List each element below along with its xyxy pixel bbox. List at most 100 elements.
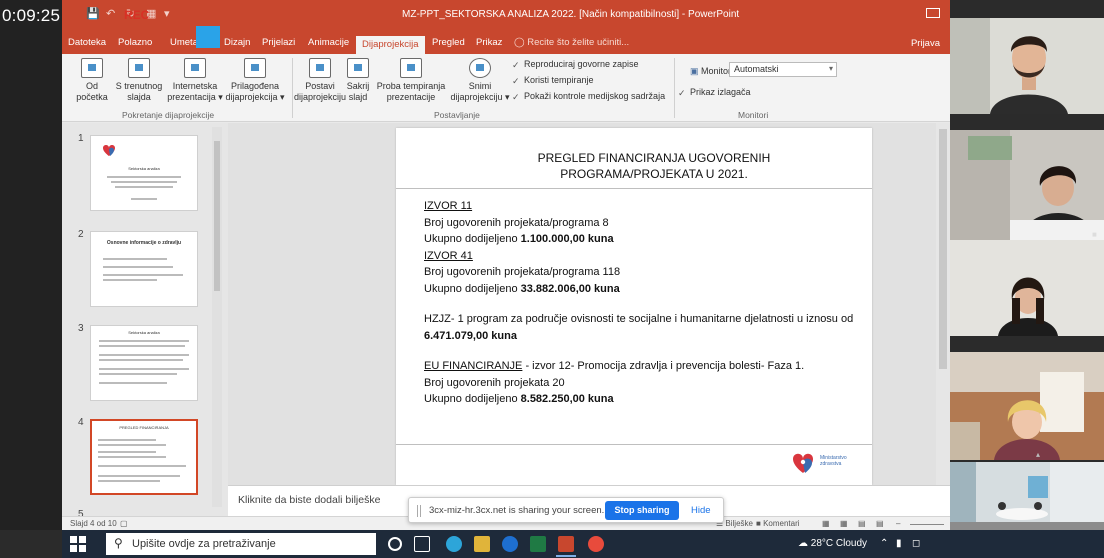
spellcheck-icon[interactable]: ▢: [120, 519, 128, 528]
customize-qa-icon[interactable]: ▾: [164, 7, 170, 20]
tab-dijaprojekcija[interactable]: Dijaprojekcija: [356, 36, 425, 54]
network-icon[interactable]: ▮: [896, 538, 902, 549]
slide-thumbnail[interactable]: Sektorska analiza: [90, 135, 198, 211]
checkbox-label: Koristi tempiranje: [524, 75, 594, 85]
section-heading: EU FINANCIRANJE: [424, 360, 523, 372]
current-slide[interactable]: PREGLED FINANCIRANJA UGOVORENIH PROGRAMA…: [396, 128, 872, 485]
tab-datoteka[interactable]: Datoteka: [68, 37, 106, 48]
presenter-view-checkbox[interactable]: ✓ Prikaz izlagača: [678, 87, 751, 98]
from-current-slide-button[interactable]: S trenutnog slajda: [112, 58, 166, 103]
left-black-strip: [0, 0, 62, 530]
rehearse-timings-button[interactable]: Proba tempiranja prezentacije: [374, 58, 448, 103]
from-beginning-button[interactable]: Od početka: [72, 58, 112, 103]
chevron-up-icon[interactable]: ⌃: [880, 538, 888, 549]
button-label: Prilagođena: [230, 81, 280, 91]
body-text: - izvor 12- Promocija zdravlja i prevenc…: [522, 360, 805, 372]
thumbnails-scrollbar[interactable]: [212, 127, 222, 507]
reading-view-icon[interactable]: ▤: [858, 519, 866, 528]
sign-in-link[interactable]: Prijava: [911, 38, 940, 49]
notification-icon[interactable]: ◻: [912, 538, 920, 549]
checkbox-label: Pokaži kontrole medijskog sadržaja: [524, 91, 666, 101]
body-text: Ukupno dodijeljeno: [424, 393, 521, 405]
participant-video-3[interactable]: [950, 240, 1104, 336]
scrollbar-thumb[interactable]: [939, 129, 947, 369]
slide-thumbnail-selected[interactable]: PREGLED FINANCIRANJA: [90, 419, 198, 495]
tab-dizajn[interactable]: Dizajn: [224, 37, 250, 48]
logo-text: Ministarstvo zdravstva: [820, 455, 847, 467]
thumb-text-line: [111, 181, 177, 183]
participant-video-2[interactable]: ■: [950, 130, 1104, 240]
button-label: slajda: [127, 92, 151, 102]
thumb-text-line: [98, 475, 180, 477]
hide-slide-button[interactable]: Sakrij slajd: [342, 58, 374, 103]
drag-handle[interactable]: [417, 505, 421, 517]
powerpoint-icon[interactable]: [556, 536, 576, 557]
windows-start-icon[interactable]: [70, 536, 86, 552]
excel-icon[interactable]: [530, 536, 546, 552]
video-tile-indicator: ▴: [1036, 450, 1041, 459]
tab-prijelazi[interactable]: Prijelazi: [262, 37, 295, 48]
tab-pregled[interactable]: Pregled: [432, 37, 465, 48]
taskbar-search-input[interactable]: ⚲ Upišite ovdje za pretraživanje: [106, 533, 376, 555]
cloud-icon: ☁: [798, 538, 808, 549]
tab-animacije[interactable]: Animacije: [308, 37, 349, 48]
comments-toggle[interactable]: ■ Komentari: [756, 519, 800, 528]
editor-scrollbar[interactable]: [936, 123, 950, 485]
stop-sharing-button[interactable]: Stop sharing: [605, 501, 679, 520]
thumb-text-line: [99, 373, 177, 375]
button-label: Sakrij: [346, 81, 370, 91]
zoom-out-icon[interactable]: –: [896, 519, 900, 528]
body-line: Broj ugovorenih projekata/programa 8: [424, 216, 609, 229]
undo-icon[interactable]: ↶: [106, 7, 115, 20]
screen: 0:09:25 REC 💾 ↶ ↻ ▦ ▾ MZ-PPT_SEKTORSKA A…: [0, 0, 1104, 558]
slide-thumbnails-pane: 1 Sektorska analiza 2 Osnovne informacij…: [62, 123, 228, 520]
participant-video-5[interactable]: [950, 462, 1104, 530]
recording-timer: 0:09:25: [2, 6, 61, 25]
chrome-icon[interactable]: [588, 536, 604, 552]
slide-thumbnail[interactable]: Sektorska analiza: [90, 325, 198, 401]
file-explorer-icon[interactable]: [474, 536, 490, 552]
hide-button[interactable]: Hide: [691, 505, 711, 516]
record-slideshow-button[interactable]: Snimi dijaprojekciju ▾: [448, 58, 512, 103]
show-media-controls-checkbox[interactable]: ✓ Pokaži kontrole medijskog sadržaja: [512, 91, 665, 102]
use-timings-checkbox[interactable]: ✓ Koristi tempiranje: [512, 75, 594, 86]
participant-video-1[interactable]: [950, 18, 1104, 114]
logo-text-line: zdravstva: [820, 461, 842, 467]
group-label-monitors: Monitori: [738, 110, 769, 120]
task-view-icon[interactable]: [414, 536, 430, 552]
group-separator: [674, 58, 675, 118]
custom-slideshow-button[interactable]: Prilagođena dijaprojekcija ▾: [222, 58, 288, 103]
monitor-icon: ▣: [690, 66, 699, 76]
tab-prikaz[interactable]: Prikaz: [476, 37, 502, 48]
participant-video-feed: [950, 18, 1104, 114]
button-label: dijaprojekciju ▾: [450, 92, 510, 102]
video-tile-indicator: ■: [1092, 230, 1097, 239]
weather-widget[interactable]: ☁ 28°C Cloudy: [798, 538, 867, 549]
tab-polazno[interactable]: Polazno: [118, 37, 152, 48]
internet-explorer-icon[interactable]: [502, 536, 518, 552]
weather-text: 28°C Cloudy: [810, 538, 868, 549]
thumb-title: PREGLED FINANCIRANJA: [119, 425, 169, 430]
participant-video-4[interactable]: ▴: [950, 352, 1104, 460]
tell-me-search[interactable]: ◯ Recite što želite učiniti...: [514, 37, 629, 48]
cortana-icon[interactable]: [388, 537, 402, 551]
slide-sorter-icon[interactable]: ▦: [840, 519, 848, 528]
zoom-slider[interactable]: [910, 524, 944, 525]
slide-thumbnail[interactable]: Osnovne informacije o zdravlju: [90, 231, 198, 307]
checkbox-label: Reproduciraj govorne zapise: [524, 59, 639, 69]
play-narrations-checkbox[interactable]: ✓ Reproduciraj govorne zapise: [512, 59, 639, 70]
button-label: početka: [76, 92, 108, 102]
save-icon[interactable]: 💾: [86, 7, 100, 20]
online-presentation-button[interactable]: Internetska prezentacija ▾: [166, 58, 224, 103]
slideshow-view-icon[interactable]: ▤: [876, 519, 884, 528]
thumb-text-line: [98, 456, 166, 458]
edge-browser-icon[interactable]: [446, 536, 462, 552]
thumb-text-line: [103, 279, 157, 281]
logo-heart-icon: [103, 145, 115, 156]
normal-view-icon[interactable]: ▦: [822, 519, 830, 528]
monitor-dropdown[interactable]: Automatski ▾: [729, 62, 837, 77]
body-line: Broj ugovorenih projekata/programa 118: [424, 266, 621, 278]
slide-divider: [396, 188, 872, 189]
ribbon-display-icon[interactable]: [926, 8, 940, 18]
scrollbar-thumb[interactable]: [214, 141, 220, 291]
